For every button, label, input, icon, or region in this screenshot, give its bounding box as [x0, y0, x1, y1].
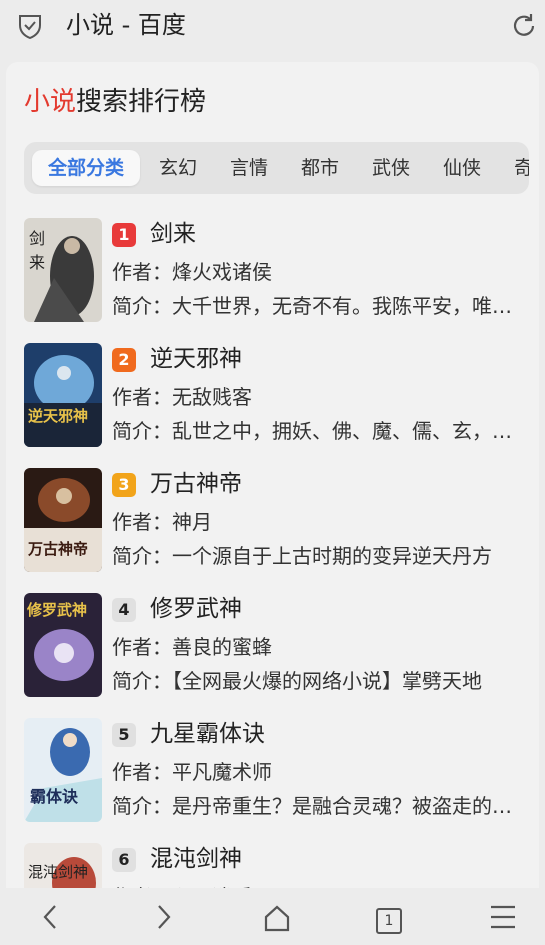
ranking-title-rest: 搜索排行榜	[76, 87, 207, 117]
list-item[interactable]: 万古神帝 3 万古神帝 作者：神月 简介：一个源自于上古时期的变异逆天丹方	[24, 468, 534, 580]
tabs-count-button[interactable]: 1	[376, 908, 402, 934]
category-tabs: 全部分类 玄幻 言情 都市 武侠 仙侠 奇幻	[24, 142, 529, 194]
list-item[interactable]: 修罗武神 4 修罗武神 作者：善良的蜜蜂 简介：【全网最火爆的网络小说】掌劈天地	[24, 593, 534, 705]
svg-text:来: 来	[29, 253, 45, 272]
book-author: 作者：平凡魔术师	[112, 760, 272, 784]
chevron-right-icon	[158, 905, 171, 929]
rank-badge: 1	[112, 223, 136, 247]
menu-icon	[491, 905, 515, 929]
chevron-left-icon	[43, 905, 56, 929]
book-cover[interactable]: 修罗武神	[24, 593, 102, 697]
book-author: 作者：烽火戏诸侯	[112, 260, 272, 284]
svg-text:万古神帝: 万古神帝	[27, 540, 88, 558]
rank-badge: 3	[112, 473, 136, 497]
menu-button[interactable]	[472, 888, 532, 945]
browser-top-bar: 小说 - 百度	[0, 0, 545, 52]
ranking-card: 小说搜索排行榜 全部分类 玄幻 言情 都市 武侠 仙侠 奇幻 剑 来 1 剑来 …	[6, 62, 539, 902]
list-item[interactable]: 霸体诀 5 九星霸体诀 作者：平凡魔术师 简介：是丹帝重生？是融合灵魂？被盗走的…	[24, 718, 534, 830]
back-button[interactable]	[22, 888, 82, 945]
book-author: 作者：无敌贱客	[112, 385, 252, 409]
book-intro: 简介：【全网最火爆的网络小说】掌劈天地	[112, 669, 482, 693]
book-title[interactable]: 剑来	[150, 218, 196, 250]
rank-badge: 4	[112, 598, 136, 622]
svg-text:霸体诀: 霸体诀	[30, 787, 79, 806]
book-intro: 简介：一个源自于上古时期的变异逆天丹方	[112, 544, 492, 568]
book-title[interactable]: 混沌剑神	[150, 843, 242, 875]
book-author: 作者：善良的蜜蜂	[112, 635, 272, 659]
home-button[interactable]	[246, 888, 306, 945]
shield-check-icon[interactable]	[18, 13, 42, 39]
tab-yanqing[interactable]: 言情	[230, 150, 268, 186]
home-icon	[264, 905, 290, 932]
bottom-navigation	[0, 888, 545, 945]
reload-icon[interactable]	[510, 12, 538, 40]
svg-text:逆天邪神: 逆天邪神	[28, 407, 88, 425]
ranking-title: 小说搜索排行榜	[24, 84, 206, 120]
rank-badge: 6	[112, 848, 136, 872]
svg-text:混沌剑神: 混沌剑神	[28, 863, 88, 881]
rank-badge: 5	[112, 723, 136, 747]
tab-xianxia[interactable]: 仙侠	[443, 150, 481, 186]
ranking-title-highlight: 小说	[24, 87, 77, 117]
page-title[interactable]: 小说 - 百度	[66, 9, 186, 41]
book-cover[interactable]: 万古神帝	[24, 468, 102, 572]
book-intro: 简介：是丹帝重生？是融合灵魂？被盗走的一切	[112, 794, 524, 818]
tab-qihuan[interactable]: 奇幻	[514, 150, 529, 186]
book-cover[interactable]: 逆天邪神	[24, 343, 102, 447]
svg-text:修罗武神: 修罗武神	[26, 601, 87, 619]
book-intro: 简介：乱世之中，拥妖、佛、魔、儒、玄，五大势力	[112, 419, 524, 443]
book-author: 作者：神月	[112, 510, 212, 534]
book-cover[interactable]: 剑 来	[24, 218, 102, 322]
tab-all-categories[interactable]: 全部分类	[32, 150, 141, 186]
tab-xuanhuan[interactable]: 玄幻	[159, 150, 197, 186]
book-title[interactable]: 逆天邪神	[150, 343, 242, 375]
rank-badge: 2	[112, 348, 136, 372]
list-item[interactable]: 逆天邪神 2 逆天邪神 作者：无敌贱客 简介：乱世之中，拥妖、佛、魔、儒、玄，五…	[24, 343, 534, 455]
book-title[interactable]: 九星霸体诀	[150, 718, 265, 750]
list-item[interactable]: 剑 来 1 剑来 作者：烽火戏诸侯 简介：大千世界，无奇不有。我陈平安，唯有一剑…	[24, 218, 534, 330]
book-title[interactable]: 修罗武神	[150, 593, 242, 625]
forward-button[interactable]	[134, 888, 194, 945]
book-title[interactable]: 万古神帝	[150, 468, 242, 500]
book-intro: 简介：大千世界，无奇不有。我陈平安，唯有一剑，可搬山，断江，倒海	[112, 294, 524, 318]
tab-wuxia[interactable]: 武侠	[372, 150, 410, 186]
svg-text:剑: 剑	[29, 229, 45, 248]
tab-dushi[interactable]: 都市	[301, 150, 339, 186]
book-cover[interactable]: 霸体诀	[24, 718, 102, 822]
